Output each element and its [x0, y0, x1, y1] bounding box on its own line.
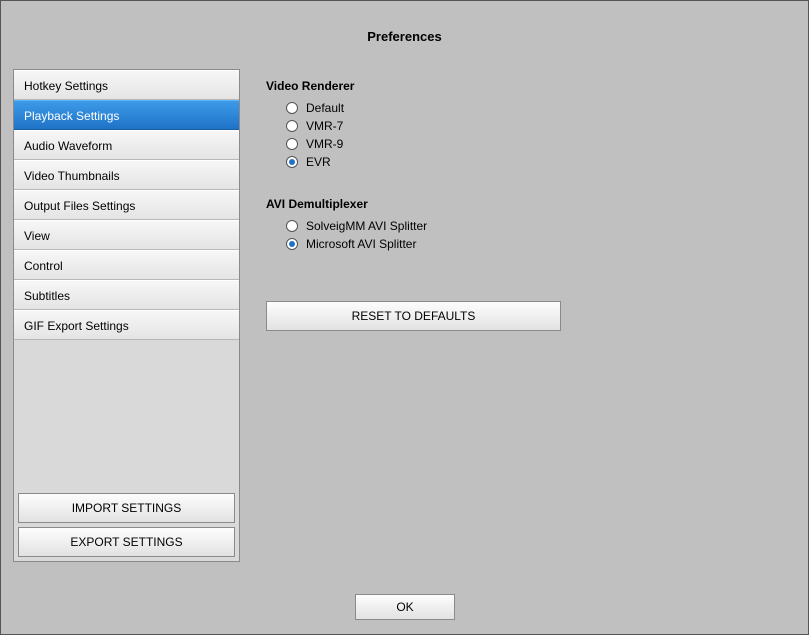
radio-label: Default: [306, 101, 344, 115]
radio-row: Microsoft AVI Splitter: [286, 237, 786, 251]
radio-label: VMR-7: [306, 119, 343, 133]
radio-row: SolveigMM AVI Splitter: [286, 219, 786, 233]
radio-row: VMR-9: [286, 137, 786, 151]
reset-defaults-button[interactable]: RESET TO DEFAULTS: [266, 301, 561, 331]
radio-row: VMR-7: [286, 119, 786, 133]
radio-label: SolveigMM AVI Splitter: [306, 219, 427, 233]
radio-button[interactable]: [286, 120, 298, 132]
radio-button[interactable]: [286, 138, 298, 150]
sidebar-item[interactable]: Audio Waveform: [14, 130, 239, 160]
avi-demux-options: SolveigMM AVI Splitter Microsoft AVI Spli…: [266, 219, 786, 251]
avi-demux-title: AVI Demultiplexer: [266, 197, 786, 211]
radio-button[interactable]: [286, 238, 298, 250]
radio-label: Microsoft AVI Splitter: [306, 237, 416, 251]
sidebar-item[interactable]: Output Files Settings: [14, 190, 239, 220]
import-settings-button[interactable]: IMPORT SETTINGS: [18, 493, 235, 523]
sidebar-item[interactable]: Hotkey Settings: [14, 70, 239, 100]
video-renderer-options: Default VMR-7 VMR-9 EVR: [266, 101, 786, 169]
sidebar-item[interactable]: Video Thumbnails: [14, 160, 239, 190]
sidebar-item[interactable]: Playback Settings: [14, 100, 239, 130]
radio-button[interactable]: [286, 102, 298, 114]
export-settings-button[interactable]: EXPORT SETTINGS: [18, 527, 235, 557]
sidebar-buttons: IMPORT SETTINGS EXPORT SETTINGS: [18, 489, 235, 557]
radio-row: EVR: [286, 155, 786, 169]
sidebar-item[interactable]: Control: [14, 250, 239, 280]
sidebar-item[interactable]: View: [14, 220, 239, 250]
radio-row: Default: [286, 101, 786, 115]
sidebar-list: Hotkey SettingsPlayback SettingsAudio Wa…: [14, 70, 239, 340]
video-renderer-title: Video Renderer: [266, 79, 786, 93]
sidebar-item[interactable]: GIF Export Settings: [14, 310, 239, 340]
settings-panel: Video Renderer Default VMR-7 VMR-9 EVR AVI …: [266, 79, 786, 255]
preferences-dialog: Preferences Hotkey SettingsPlayback Sett…: [0, 0, 809, 635]
radio-label: VMR-9: [306, 137, 343, 151]
radio-button[interactable]: [286, 220, 298, 232]
dialog-title: Preferences: [1, 29, 808, 44]
sidebar-item[interactable]: Subtitles: [14, 280, 239, 310]
radio-button[interactable]: [286, 156, 298, 168]
radio-label: EVR: [306, 155, 331, 169]
sidebar: Hotkey SettingsPlayback SettingsAudio Wa…: [13, 69, 240, 562]
ok-button[interactable]: OK: [355, 594, 455, 620]
